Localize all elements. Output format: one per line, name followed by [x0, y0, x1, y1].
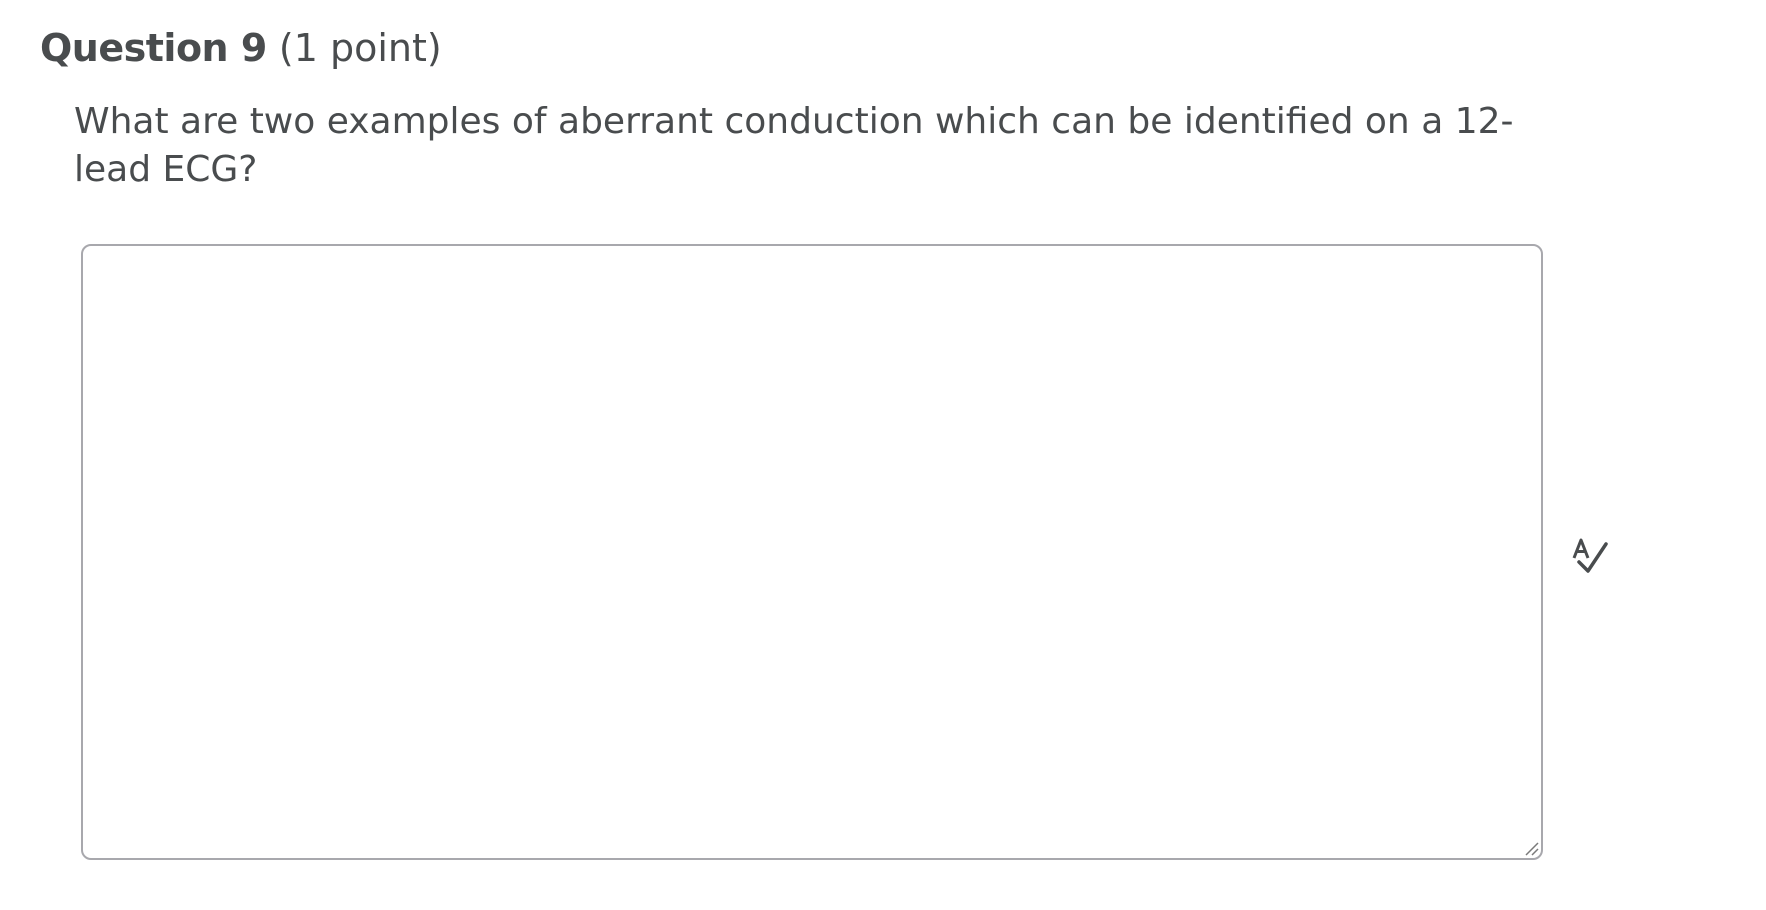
spellcheck-button[interactable]	[1570, 536, 1614, 576]
question-prompt: What are two examples of aberrant conduc…	[74, 101, 1514, 190]
spellcheck-icon	[1572, 538, 1608, 573]
question-title: Question 9	[40, 26, 267, 70]
question-header: Question 9 (1 point)	[40, 22, 442, 74]
question-points: (1 point)	[278, 26, 442, 70]
answer-textarea[interactable]	[81, 244, 1543, 860]
resize-grip-icon[interactable]	[1523, 840, 1539, 856]
